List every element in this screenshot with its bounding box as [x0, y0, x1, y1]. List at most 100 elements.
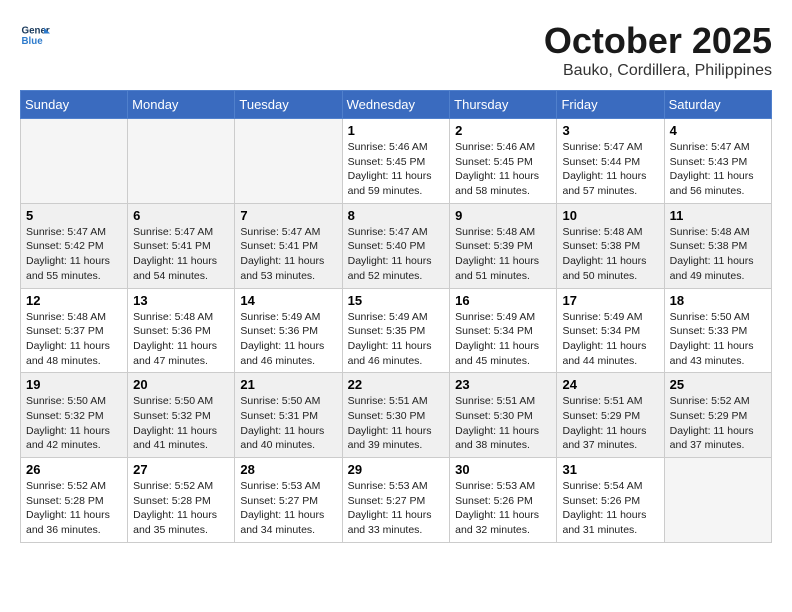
day-info: Sunrise: 5:52 AM Sunset: 5:28 PM Dayligh… [26, 479, 122, 538]
logo: General Blue [20, 20, 50, 50]
day-info: Sunrise: 5:49 AM Sunset: 5:34 PM Dayligh… [455, 310, 551, 369]
calendar-cell [235, 119, 342, 204]
calendar-cell: 18 Sunrise: 5:50 AM Sunset: 5:33 PM Dayli… [664, 288, 771, 373]
day-info: Sunrise: 5:50 AM Sunset: 5:32 PM Dayligh… [26, 394, 122, 453]
day-info: Sunrise: 5:50 AM Sunset: 5:33 PM Dayligh… [670, 310, 766, 369]
day-info: Sunrise: 5:50 AM Sunset: 5:31 PM Dayligh… [240, 394, 336, 453]
day-info: Sunrise: 5:53 AM Sunset: 5:27 PM Dayligh… [348, 479, 445, 538]
weekday-header-sunday: Sunday [21, 91, 128, 119]
calendar-cell: 17Sunrise: 5:49 AM Sunset: 5:34 PM Dayli… [557, 288, 664, 373]
calendar-cell: 26 Sunrise: 5:52 AM Sunset: 5:28 PM Dayli… [21, 458, 128, 543]
day-number: 31 [562, 462, 658, 477]
day-number: 30 [455, 462, 551, 477]
calendar-cell: 13 Sunrise: 5:48 AM Sunset: 5:36 PM Dayli… [128, 288, 235, 373]
day-info: Sunrise: 5:52 AM Sunset: 5:29 PM Dayligh… [670, 394, 766, 453]
day-info: Sunrise: 5:46 AM Sunset: 5:45 PM Dayligh… [348, 140, 445, 199]
calendar-cell: 14 Sunrise: 5:49 AM Sunset: 5:36 PM Dayli… [235, 288, 342, 373]
day-number: 10 [562, 208, 658, 223]
day-number: 29 [348, 462, 445, 477]
day-number: 5 [26, 208, 122, 223]
calendar-cell: 22 Sunrise: 5:51 AM Sunset: 5:30 PM Dayli… [342, 373, 450, 458]
calendar-cell: 11Sunrise: 5:48 AM Sunset: 5:38 PM Dayli… [664, 203, 771, 288]
page-header: General Blue October 2025 Bauko, Cordill… [20, 20, 772, 80]
day-number: 2 [455, 123, 551, 138]
calendar-week-1: 1 Sunrise: 5:46 AM Sunset: 5:45 PM Daylig… [21, 119, 772, 204]
day-number: 20 [133, 377, 229, 392]
day-number: 17 [562, 293, 658, 308]
day-number: 27 [133, 462, 229, 477]
calendar-cell: 3Sunrise: 5:47 AM Sunset: 5:44 PM Daylig… [557, 119, 664, 204]
day-info: Sunrise: 5:54 AM Sunset: 5:26 PM Dayligh… [562, 479, 658, 538]
calendar-cell: 5 Sunrise: 5:47 AM Sunset: 5:42 PM Daylig… [21, 203, 128, 288]
calendar-week-2: 5 Sunrise: 5:47 AM Sunset: 5:42 PM Daylig… [21, 203, 772, 288]
day-info: Sunrise: 5:47 AM Sunset: 5:41 PM Dayligh… [133, 225, 229, 284]
day-number: 18 [670, 293, 766, 308]
calendar-cell: 4 Sunrise: 5:47 AM Sunset: 5:43 PM Daylig… [664, 119, 771, 204]
calendar-week-4: 19 Sunrise: 5:50 AM Sunset: 5:32 PM Dayli… [21, 373, 772, 458]
weekday-header-friday: Friday [557, 91, 664, 119]
logo-icon: General Blue [20, 20, 50, 50]
day-number: 22 [348, 377, 445, 392]
weekday-header-tuesday: Tuesday [235, 91, 342, 119]
day-number: 14 [240, 293, 336, 308]
calendar-week-5: 26 Sunrise: 5:52 AM Sunset: 5:28 PM Dayli… [21, 458, 772, 543]
day-info: Sunrise: 5:47 AM Sunset: 5:40 PM Dayligh… [348, 225, 445, 284]
day-number: 12 [26, 293, 122, 308]
calendar-cell: 27 Sunrise: 5:52 AM Sunset: 5:28 PM Dayli… [128, 458, 235, 543]
day-info: Sunrise: 5:52 AM Sunset: 5:28 PM Dayligh… [133, 479, 229, 538]
weekday-header-wednesday: Wednesday [342, 91, 450, 119]
day-info: Sunrise: 5:51 AM Sunset: 5:29 PM Dayligh… [562, 394, 658, 453]
day-info: Sunrise: 5:48 AM Sunset: 5:36 PM Dayligh… [133, 310, 229, 369]
weekday-header-row: SundayMondayTuesdayWednesdayThursdayFrid… [21, 91, 772, 119]
day-info: Sunrise: 5:50 AM Sunset: 5:32 PM Dayligh… [133, 394, 229, 453]
calendar-cell: 25 Sunrise: 5:52 AM Sunset: 5:29 PM Dayli… [664, 373, 771, 458]
day-number: 4 [670, 123, 766, 138]
weekday-header-thursday: Thursday [450, 91, 557, 119]
day-number: 28 [240, 462, 336, 477]
calendar-cell: 20 Sunrise: 5:50 AM Sunset: 5:32 PM Dayli… [128, 373, 235, 458]
calendar-cell [21, 119, 128, 204]
day-number: 15 [348, 293, 445, 308]
day-number: 3 [562, 123, 658, 138]
calendar-cell: 23Sunrise: 5:51 AM Sunset: 5:30 PM Dayli… [450, 373, 557, 458]
day-info: Sunrise: 5:49 AM Sunset: 5:36 PM Dayligh… [240, 310, 336, 369]
calendar-cell: 10 Sunrise: 5:48 AM Sunset: 5:38 PM Dayli… [557, 203, 664, 288]
day-number: 8 [348, 208, 445, 223]
weekday-header-saturday: Saturday [664, 91, 771, 119]
day-info: Sunrise: 5:48 AM Sunset: 5:38 PM Dayligh… [562, 225, 658, 284]
day-info: Sunrise: 5:46 AM Sunset: 5:45 PM Dayligh… [455, 140, 551, 199]
day-number: 24 [562, 377, 658, 392]
title-block: October 2025 Bauko, Cordillera, Philippi… [544, 20, 772, 80]
calendar-cell: 8 Sunrise: 5:47 AM Sunset: 5:40 PM Daylig… [342, 203, 450, 288]
day-number: 16 [455, 293, 551, 308]
calendar-cell: 28Sunrise: 5:53 AM Sunset: 5:27 PM Dayli… [235, 458, 342, 543]
day-number: 26 [26, 462, 122, 477]
day-info: Sunrise: 5:48 AM Sunset: 5:38 PM Dayligh… [670, 225, 766, 284]
day-number: 1 [348, 123, 445, 138]
calendar-cell: 15Sunrise: 5:49 AM Sunset: 5:35 PM Dayli… [342, 288, 450, 373]
day-info: Sunrise: 5:51 AM Sunset: 5:30 PM Dayligh… [455, 394, 551, 453]
month-title: October 2025 [544, 20, 772, 62]
day-number: 6 [133, 208, 229, 223]
day-info: Sunrise: 5:47 AM Sunset: 5:43 PM Dayligh… [670, 140, 766, 199]
weekday-header-monday: Monday [128, 91, 235, 119]
calendar-cell: 24 Sunrise: 5:51 AM Sunset: 5:29 PM Dayli… [557, 373, 664, 458]
day-number: 9 [455, 208, 551, 223]
calendar-cell: 29 Sunrise: 5:53 AM Sunset: 5:27 PM Dayli… [342, 458, 450, 543]
day-info: Sunrise: 5:53 AM Sunset: 5:26 PM Dayligh… [455, 479, 551, 538]
day-info: Sunrise: 5:47 AM Sunset: 5:42 PM Dayligh… [26, 225, 122, 284]
calendar-table: SundayMondayTuesdayWednesdayThursdayFrid… [20, 90, 772, 543]
day-number: 25 [670, 377, 766, 392]
day-number: 13 [133, 293, 229, 308]
day-info: Sunrise: 5:48 AM Sunset: 5:39 PM Dayligh… [455, 225, 551, 284]
calendar-cell: 7Sunrise: 5:47 AM Sunset: 5:41 PM Daylig… [235, 203, 342, 288]
calendar-cell: 2 Sunrise: 5:46 AM Sunset: 5:45 PM Daylig… [450, 119, 557, 204]
day-number: 19 [26, 377, 122, 392]
calendar-cell [128, 119, 235, 204]
day-info: Sunrise: 5:51 AM Sunset: 5:30 PM Dayligh… [348, 394, 445, 453]
day-info: Sunrise: 5:47 AM Sunset: 5:41 PM Dayligh… [240, 225, 336, 284]
day-info: Sunrise: 5:48 AM Sunset: 5:37 PM Dayligh… [26, 310, 122, 369]
calendar-cell: 16 Sunrise: 5:49 AM Sunset: 5:34 PM Dayli… [450, 288, 557, 373]
calendar-cell: 1 Sunrise: 5:46 AM Sunset: 5:45 PM Daylig… [342, 119, 450, 204]
calendar-cell: 31 Sunrise: 5:54 AM Sunset: 5:26 PM Dayli… [557, 458, 664, 543]
